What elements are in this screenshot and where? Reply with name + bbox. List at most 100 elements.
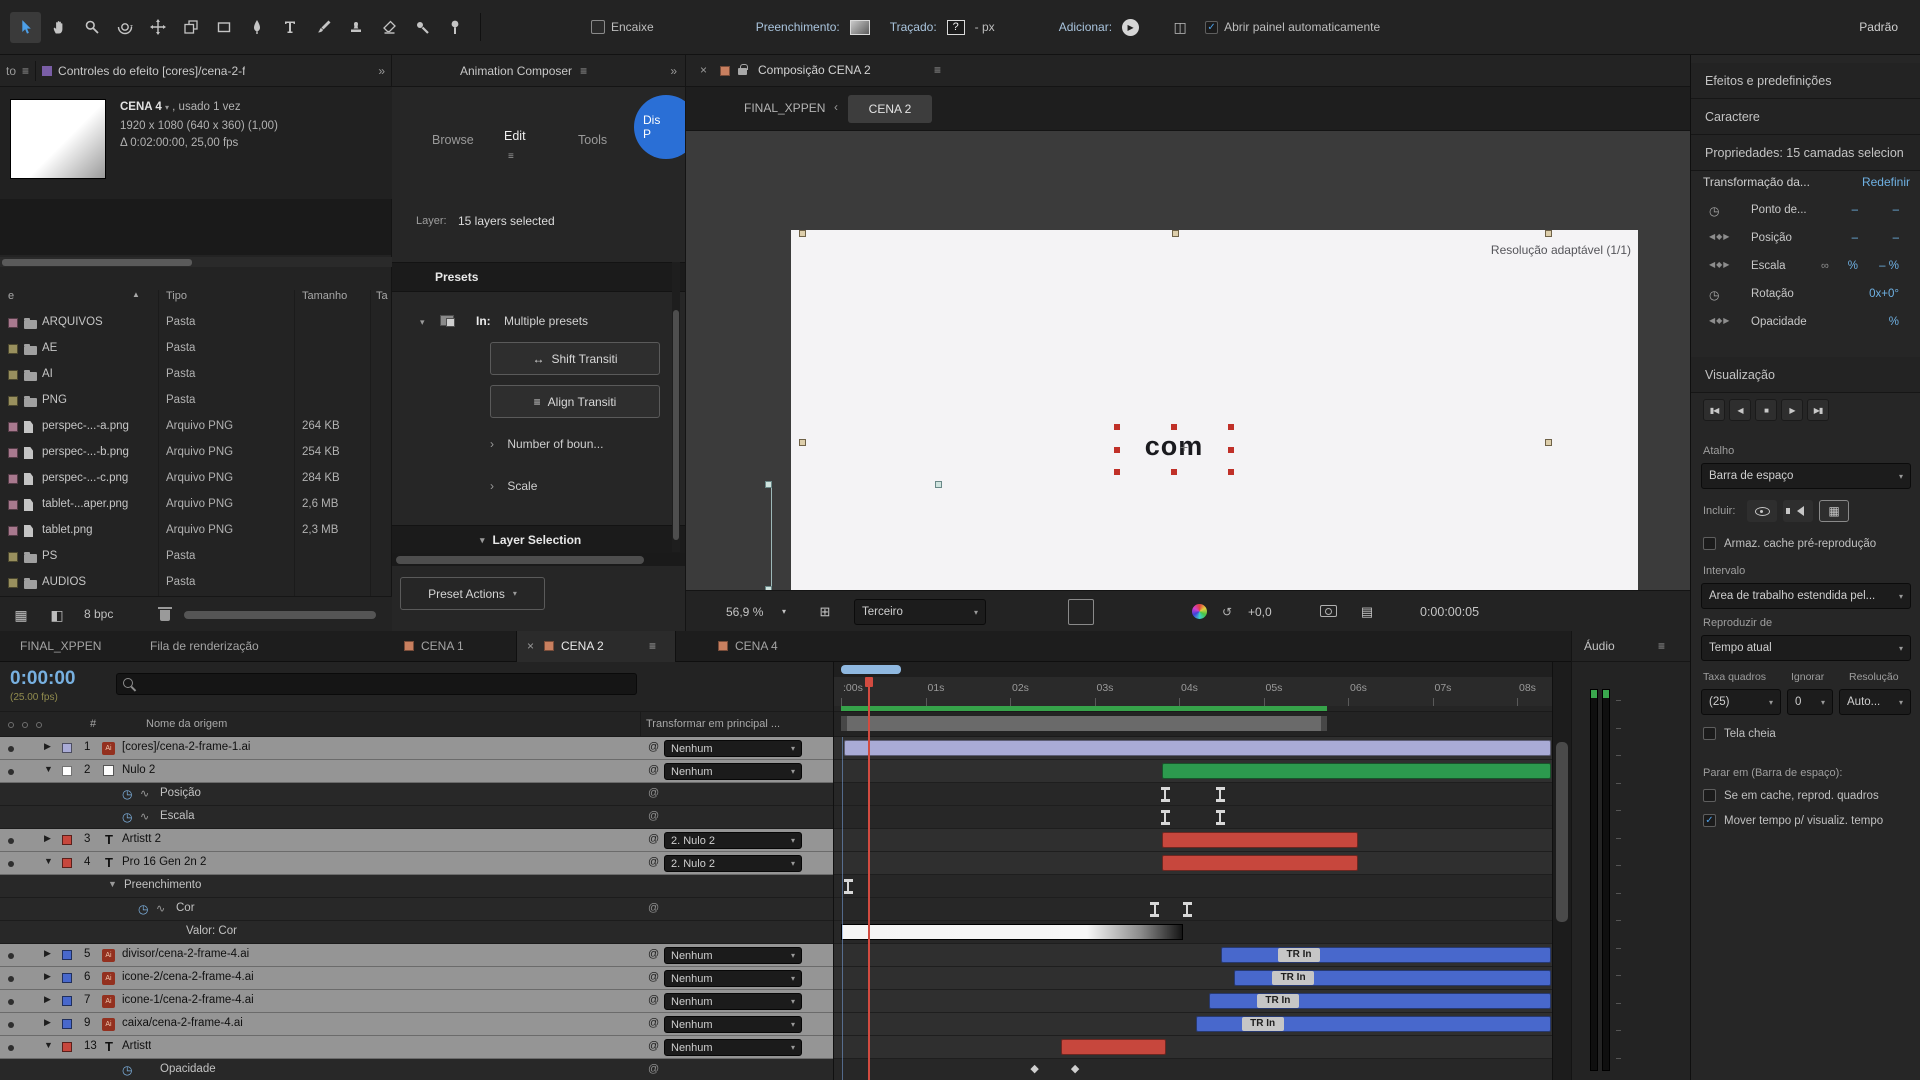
- move-time-checkbox[interactable]: ✓: [1703, 814, 1716, 827]
- parent-dropdown[interactable]: Nenhum▾: [664, 1016, 802, 1033]
- eraser-tool[interactable]: [373, 12, 404, 43]
- parent-dropdown[interactable]: Nenhum▾: [664, 740, 802, 757]
- pixel-aspect-icon[interactable]: [1136, 599, 1162, 625]
- label-chip[interactable]: [8, 500, 18, 510]
- parent-dropdown[interactable]: Nenhum▾: [664, 763, 802, 780]
- discover-badge[interactable]: Dis P: [634, 95, 686, 159]
- timeline-row[interactable]: ▶6Aiicone-2/cena-2-frame-4.ai@Nenhum▾: [0, 967, 833, 990]
- range-dropdown[interactable]: Área de trabalho estendida pel... ▾: [1701, 583, 1911, 609]
- layer-duration-bar[interactable]: [1221, 947, 1551, 963]
- label-chip[interactable]: [8, 422, 18, 432]
- project-item[interactable]: perspec-...-a.png Arquivo PNG 264 KB: [0, 414, 392, 440]
- name-column[interactable]: e: [8, 290, 14, 302]
- chevron-down-icon[interactable]: ▾: [782, 591, 786, 632]
- label-chip[interactable]: [8, 370, 18, 380]
- edit-menu-icon[interactable]: ≡: [508, 151, 514, 162]
- timeline-row[interactable]: ◷∿Escala@: [0, 806, 833, 829]
- index-column[interactable]: #: [90, 718, 96, 730]
- comp-name[interactable]: CENA 4: [120, 101, 162, 113]
- snapshot-camera-icon[interactable]: [1320, 605, 1337, 617]
- color-management-icon[interactable]: [1192, 604, 1207, 619]
- project-item[interactable]: perspec-...-c.png Arquivo PNG 284 KB: [0, 466, 392, 492]
- timeline-row[interactable]: ◷∿Posição@: [0, 783, 833, 806]
- size-column[interactable]: Tamanho: [302, 290, 347, 302]
- play-from-dropdown[interactable]: Tempo atual▾: [1701, 635, 1911, 661]
- current-timecode[interactable]: 0:00:00: [10, 668, 76, 690]
- tab-tools[interactable]: Tools: [578, 133, 607, 147]
- preview-header[interactable]: Visualização: [1691, 357, 1920, 393]
- time-ruler[interactable]: :00s01s02s03s04s05s06s07s08s: [834, 677, 1552, 706]
- project-item[interactable]: AE Pasta: [0, 336, 392, 362]
- project-item[interactable]: tablet.png Arquivo PNG 2,3 MB: [0, 518, 392, 544]
- keyframe-marker[interactable]: [1216, 787, 1225, 802]
- add-play-icon[interactable]: ▶: [1122, 19, 1139, 36]
- pan-camera-tool[interactable]: [142, 12, 173, 43]
- if-cached-checkbox[interactable]: [1703, 789, 1716, 802]
- reset-exposure-icon[interactable]: ↺: [1222, 591, 1232, 632]
- timeline-row[interactable]: ▶5Aidivisor/cena-2-frame-4.ai@Nenhum▾: [0, 944, 833, 967]
- tab-browse[interactable]: Browse: [432, 133, 474, 147]
- choose-grid-icon[interactable]: ⊞: [812, 599, 838, 625]
- keyframe-marker[interactable]: [1216, 810, 1225, 825]
- selected-text-layer[interactable]: com +: [1117, 427, 1231, 472]
- twirl-down-icon[interactable]: ▾: [420, 317, 425, 328]
- chevron-down-icon[interactable]: ▾: [165, 103, 169, 112]
- view-layout-icon[interactable]: [1102, 599, 1128, 625]
- character-header[interactable]: Caractere: [1691, 99, 1920, 135]
- transparency-grid-icon[interactable]: [1034, 599, 1060, 625]
- vertical-scrollbar[interactable]: [672, 262, 680, 552]
- close-icon[interactable]: ×: [527, 639, 534, 653]
- brush-tool[interactable]: [307, 12, 338, 43]
- pan-behind-tool[interactable]: [175, 12, 206, 43]
- layer-duration-bar[interactable]: [1162, 763, 1551, 779]
- layer-duration-bar[interactable]: [1162, 855, 1358, 871]
- preset-group-number[interactable]: › Number of boun...: [490, 437, 603, 451]
- keyframe-diamond[interactable]: ◆: [1071, 1062, 1079, 1075]
- audio-column-icon[interactable]: [22, 722, 28, 728]
- resolution-dropdown[interactable]: Auto...▾: [1839, 689, 1911, 715]
- mask-visibility-icon[interactable]: [1068, 599, 1094, 625]
- panel-menu-icon[interactable]: ≡: [934, 63, 941, 77]
- zoom-tool[interactable]: [76, 12, 107, 43]
- live-update-icon[interactable]: [679, 675, 705, 701]
- vertical-scrollbar[interactable]: [1552, 662, 1571, 1080]
- project-item[interactable]: PS Pasta: [0, 544, 392, 570]
- tab-overflow-icon[interactable]: »: [378, 64, 385, 78]
- timeline-row[interactable]: ▼2Nulo 2@Nenhum▾: [0, 760, 833, 783]
- project-item[interactable]: AUDIOS Pasta: [0, 570, 392, 596]
- timeline-row[interactable]: ◷∿Cor@: [0, 898, 833, 921]
- layer-duration-bar[interactable]: [1162, 832, 1358, 848]
- framerate-dropdown[interactable]: (25)▾: [1701, 689, 1781, 715]
- search-input[interactable]: [142, 677, 602, 692]
- scrollbar-thumb[interactable]: [184, 611, 376, 619]
- preset-actions-button[interactable]: Preset Actions ▾: [400, 577, 545, 610]
- label-chip[interactable]: [8, 578, 18, 588]
- preset-group-scale[interactable]: › Scale: [490, 479, 537, 493]
- anchor-point-icon[interactable]: +: [1180, 439, 1188, 455]
- current-time-indicator[interactable]: [868, 677, 870, 1080]
- timeline-row[interactable]: ▼Preenchimento: [0, 875, 833, 898]
- null-handle[interactable]: [765, 481, 772, 488]
- tab-overflow-icon[interactable]: »: [670, 64, 677, 78]
- rectangle-tool[interactable]: [208, 12, 239, 43]
- lock-icon[interactable]: [738, 68, 747, 75]
- property-row[interactable]: ◀◆▶ Opacidade %: [1703, 309, 1913, 337]
- navigator-handle[interactable]: [841, 665, 901, 674]
- mask-mode-icon[interactable]: [491, 14, 517, 40]
- keyframe-diamond[interactable]: ◆: [1030, 1062, 1038, 1075]
- work-area-bar[interactable]: [841, 716, 1327, 731]
- stop-button[interactable]: ■: [1755, 399, 1777, 421]
- label-chip[interactable]: [8, 526, 18, 536]
- lasso-icon[interactable]: [551, 14, 577, 40]
- project-item[interactable]: tablet-...aper.png Arquivo PNG 2,6 MB: [0, 492, 392, 518]
- video-column-icon[interactable]: [8, 722, 14, 728]
- proxy-icon[interactable]: ◧: [44, 602, 70, 628]
- snap-toggle[interactable]: [591, 20, 605, 34]
- keyframe-marker[interactable]: [1161, 787, 1170, 802]
- label-chip[interactable]: [8, 318, 18, 328]
- keyframe-marker[interactable]: [1183, 902, 1192, 917]
- timeline-row[interactable]: ▼13TArtistt@Nenhum▾: [0, 1036, 833, 1059]
- pen-tool[interactable]: [241, 12, 272, 43]
- label-chip[interactable]: [8, 474, 18, 484]
- hide-shy-layers-icon[interactable]: [737, 675, 763, 701]
